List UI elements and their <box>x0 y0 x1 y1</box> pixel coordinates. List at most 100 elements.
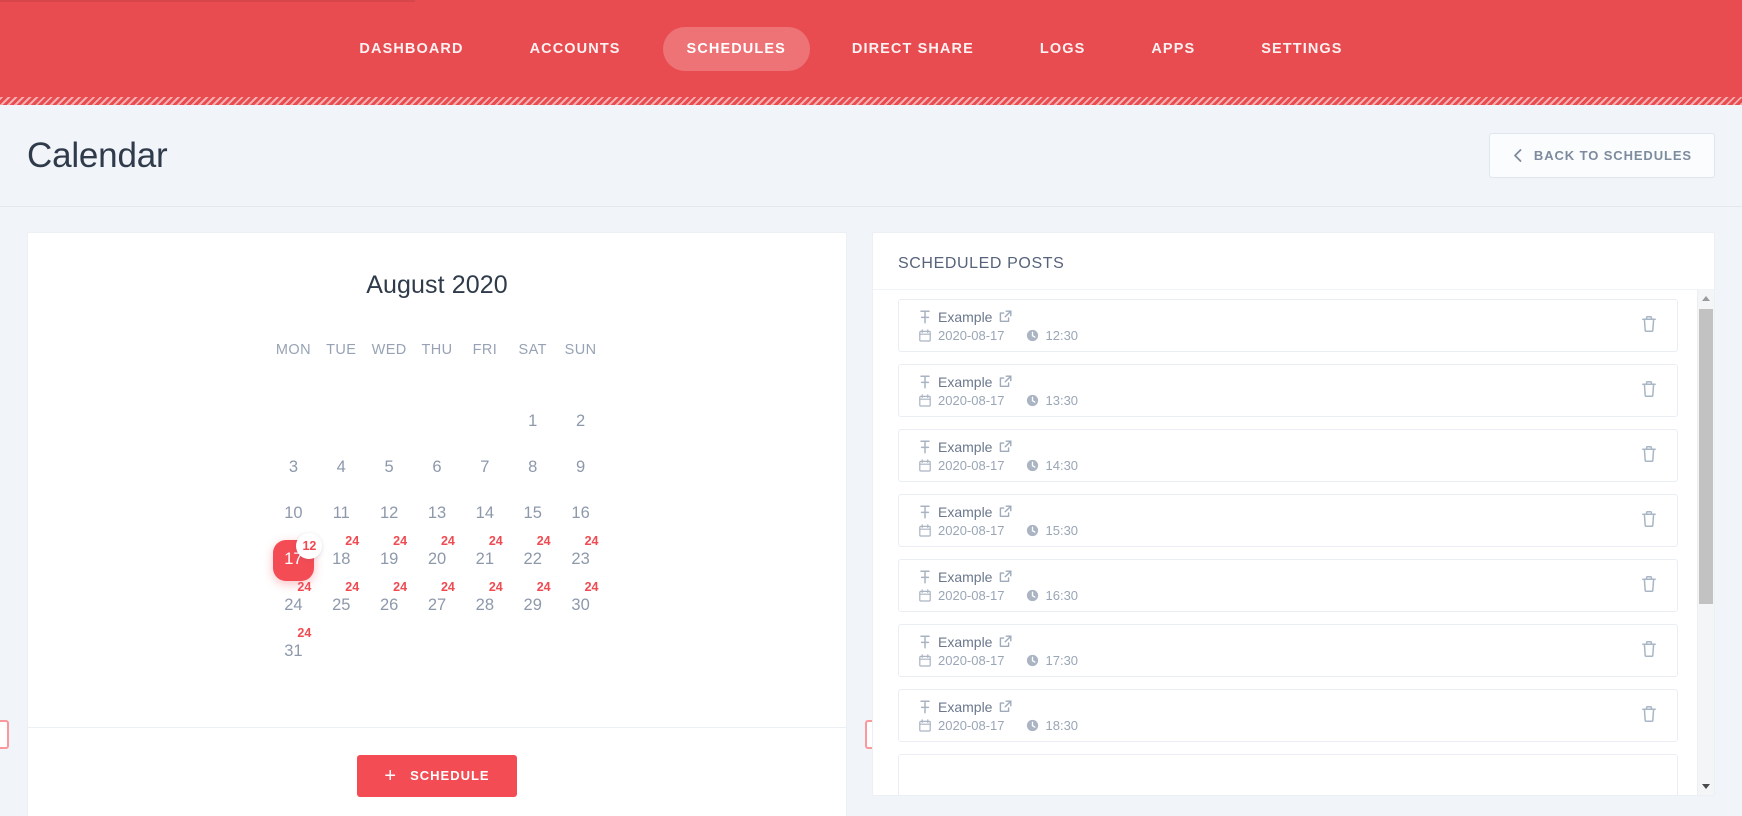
calendar-day-30[interactable]: 30 24 <box>557 580 605 631</box>
clock-icon <box>1026 719 1039 732</box>
calendar-day-24[interactable]: 24 24 <box>270 580 318 631</box>
triangle-up-icon <box>1702 296 1710 301</box>
calendar-day-25[interactable]: 25 24 <box>317 580 365 631</box>
calendar-day-5[interactable]: 5 <box>365 447 413 493</box>
calendar-day-28[interactable]: 28 24 <box>461 580 509 631</box>
nav-item-apps[interactable]: APPS <box>1127 27 1219 71</box>
nav-item-settings[interactable]: SETTINGS <box>1237 27 1366 71</box>
scheduled-post-name-line: Example <box>919 374 1078 390</box>
calendar-card: August 2020 MON TUE WED THU FRI SAT SUN 123456… <box>0 232 894 816</box>
weekday-label-thu: THU <box>421 342 453 358</box>
calendar-icon <box>919 328 931 342</box>
calendar-day-31[interactable]: 31 24 <box>270 626 318 677</box>
delete-scheduled-post-button[interactable] <box>1637 636 1661 665</box>
nav-item-logs[interactable]: LOGS <box>1016 27 1110 71</box>
delete-scheduled-post-button[interactable] <box>1637 441 1661 470</box>
scrollbar-thumb[interactable] <box>1699 309 1713 604</box>
nav-item-schedules[interactable]: SCHEDULES <box>662 26 810 71</box>
calendar-day-14[interactable]: 14 <box>461 493 509 539</box>
calendar-day-22[interactable]: 22 24 <box>509 534 557 585</box>
day-count-badge: 24 <box>488 580 503 594</box>
scheduled-post-name: Example <box>938 438 993 455</box>
delete-scheduled-post-button[interactable] <box>1637 506 1661 535</box>
scheduled-post-row[interactable]: Example 2020-08-17 14:30 <box>898 429 1678 482</box>
calendar-day-19[interactable]: 19 24 <box>365 534 413 585</box>
external-link-icon[interactable] <box>999 505 1012 518</box>
scheduled-post-row[interactable] <box>898 754 1678 795</box>
calendar-day-16[interactable]: 16 <box>557 493 605 539</box>
scrollbar-vertical[interactable] <box>1697 290 1714 795</box>
weekday-label-fri: FRI <box>472 342 498 358</box>
calendar-day-7[interactable]: 7 <box>461 447 509 493</box>
calendar-day-number: 6 <box>432 458 442 476</box>
calendar-day-27[interactable]: 27 24 <box>413 580 461 631</box>
calendar-day-13[interactable]: 13 <box>413 493 461 539</box>
scheduled-posts-scroll-area[interactable]: Example 2020-08-17 12:30 Example 2020-08-17 1… <box>873 290 1714 795</box>
external-link-icon[interactable] <box>999 310 1012 323</box>
calendar-day-6[interactable]: 6 <box>413 447 461 493</box>
main-content: August 2020 MON TUE WED THU FRI SAT SUN 123456… <box>0 207 1742 816</box>
calendar-week-row: 3 4 5 6 7 8 9 <box>270 447 605 493</box>
calendar-day-1[interactable]: 1 <box>509 401 557 447</box>
nav-item-direct-share[interactable]: DIRECT SHARE <box>828 27 998 71</box>
nav-item-dashboard[interactable]: DASHBOARD <box>335 27 487 71</box>
calendar-day-number: 16 <box>571 504 590 522</box>
app-root: DASHBOARD ACCOUNTS SCHEDULES DIRECT SHARE LO… <box>0 0 1742 816</box>
external-link-icon[interactable] <box>999 635 1012 648</box>
calendar-day-12[interactable]: 12 <box>365 493 413 539</box>
external-link-icon[interactable] <box>999 440 1012 453</box>
scheduled-post-datetime-line: 2020-08-17 13:30 <box>919 393 1078 408</box>
calendar-day-15[interactable]: 15 <box>509 493 557 539</box>
scheduled-post-row[interactable]: Example 2020-08-17 18:30 <box>898 689 1678 742</box>
calendar-day-cells: 1 2 3 4 5 6 7 8 9 10 11 12 13 14 15 16 17 12 18 24 19 24 20 24 2… <box>270 401 605 677</box>
calendar-day-17[interactable]: 17 12 <box>270 533 323 585</box>
scheduled-post-row[interactable]: Example 2020-08-17 16:30 <box>898 559 1678 612</box>
calendar-day-2[interactable]: 2 <box>557 401 605 447</box>
delete-scheduled-post-button[interactable] <box>1637 571 1661 600</box>
calendar-day-3[interactable]: 3 <box>270 447 318 493</box>
delete-scheduled-post-button[interactable] <box>1637 311 1661 340</box>
calendar-day-number: 1 <box>528 412 538 430</box>
nav-item-accounts[interactable]: ACCOUNTS <box>506 27 645 71</box>
calendar-day-29[interactable]: 29 24 <box>509 580 557 631</box>
calendar-icon <box>919 458 931 472</box>
scheduled-post-info: Example 2020-08-17 12:30 <box>919 309 1078 343</box>
scheduled-post-row[interactable]: Example 2020-08-17 13:30 <box>898 364 1678 417</box>
calendar-day-8[interactable]: 8 <box>509 447 557 493</box>
calendar-day-4[interactable]: 4 <box>317 447 365 493</box>
calendar-day-20[interactable]: 20 24 <box>413 534 461 585</box>
scheduled-post-row[interactable]: Example 2020-08-17 12:30 <box>898 299 1678 352</box>
day-count-badge: 24 <box>297 626 312 640</box>
calendar-day-number: 2 <box>575 412 586 430</box>
day-count-badge: 24 <box>488 534 503 548</box>
previous-month-button[interactable] <box>0 720 9 749</box>
pin-icon <box>919 374 931 389</box>
external-link-icon[interactable] <box>999 375 1012 388</box>
calendar-day-26[interactable]: 26 24 <box>365 580 413 631</box>
scheduled-post-row[interactable]: Example 2020-08-17 15:30 <box>898 494 1678 547</box>
external-link-icon[interactable] <box>999 570 1012 583</box>
calendar-day-23[interactable]: 23 24 <box>557 534 605 585</box>
scheduled-post-row[interactable]: Example 2020-08-17 17:30 <box>898 624 1678 677</box>
calendar-day-21[interactable]: 21 24 <box>461 534 509 585</box>
clock-icon <box>1026 459 1039 472</box>
top-navigation-bar: DASHBOARD ACCOUNTS SCHEDULES DIRECT SHARE LO… <box>0 0 1742 97</box>
delete-scheduled-post-button[interactable] <box>1637 376 1661 405</box>
calendar-day-number: 12 <box>379 504 399 522</box>
delete-scheduled-post-button[interactable] <box>1637 701 1661 730</box>
back-to-schedules-button[interactable]: BACK TO SCHEDULES <box>1488 133 1715 178</box>
scrollbar-up-arrow[interactable] <box>1698 290 1714 307</box>
scrollbar-down-arrow[interactable] <box>1698 778 1714 795</box>
calendar-day-18[interactable]: 18 24 <box>317 534 365 585</box>
day-count-badge: 24 <box>345 580 360 594</box>
external-link-icon[interactable] <box>999 700 1012 713</box>
weekday-label-wed: WED <box>371 342 407 358</box>
calendar-day-9[interactable]: 9 <box>557 447 605 493</box>
calendar-day-11[interactable]: 11 <box>317 493 365 539</box>
scheduled-post-name: Example <box>938 308 993 325</box>
scheduled-post-name-line: Example <box>919 439 1078 455</box>
calendar-day-number: 15 <box>523 504 542 522</box>
calendar-day-number: 14 <box>475 504 495 522</box>
clock-icon <box>1026 589 1039 602</box>
schedule-button[interactable]: + SCHEDULE <box>357 754 517 797</box>
